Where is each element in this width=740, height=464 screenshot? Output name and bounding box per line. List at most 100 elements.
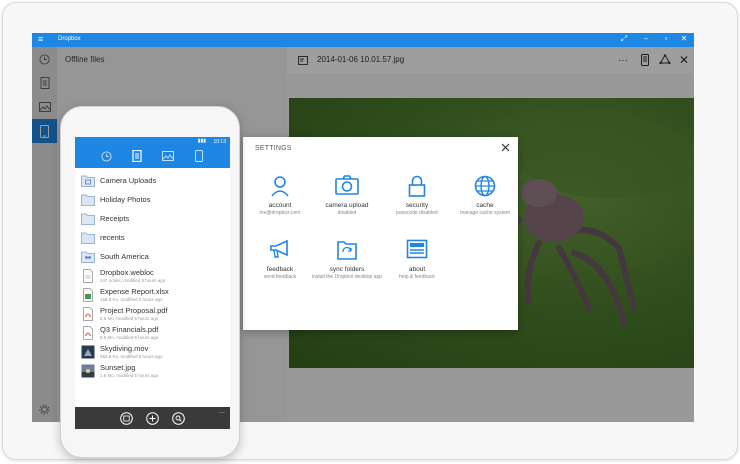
pdf-icon bbox=[83, 307, 93, 321]
camera-folder-icon bbox=[81, 175, 95, 187]
list-item[interactable]: Camera Uploads bbox=[81, 172, 226, 191]
document-icon bbox=[132, 150, 142, 162]
settings-dialog: SETTINGS account me@dropbox.com camera u… bbox=[243, 137, 518, 330]
hamburger-icon[interactable]: ≡ bbox=[38, 34, 43, 44]
settings-tile-camera-upload[interactable]: camera upload disabled bbox=[311, 175, 383, 217]
search-button[interactable] bbox=[171, 411, 185, 425]
folder-icon bbox=[81, 194, 95, 206]
item-name: Receipts bbox=[100, 214, 130, 223]
tile-sub: help & feedback bbox=[399, 274, 435, 280]
list-item[interactable]: South America bbox=[81, 248, 226, 267]
item-name: Dropbox.webloc bbox=[100, 268, 154, 277]
phone-icon bbox=[195, 150, 203, 162]
phone-screen: ▮▮▮ 10:13 Camera Uploads Holiday Photos … bbox=[75, 137, 230, 429]
tile-sub: manage cache system bbox=[459, 210, 511, 216]
sync-folder-icon bbox=[337, 241, 357, 260]
phone-status-bar: ▮▮▮ 10:13 bbox=[75, 137, 230, 146]
window-close-icon[interactable]: ✕ bbox=[678, 34, 690, 43]
tile-label: about bbox=[408, 266, 426, 273]
item-meta: 247 octets, modified 5 hours ago bbox=[100, 278, 166, 283]
settings-title: SETTINGS bbox=[255, 145, 292, 152]
item-name: recents bbox=[100, 233, 125, 242]
tile-label: sync folders bbox=[329, 266, 365, 273]
settings-tile-security[interactable]: security passcode disabled bbox=[381, 175, 453, 217]
list-item[interactable]: Receipts bbox=[81, 210, 226, 229]
tile-sub: install the Dropbox desktop app bbox=[311, 274, 383, 280]
list-item[interactable]: recents bbox=[81, 229, 226, 248]
megaphone-icon bbox=[270, 239, 288, 258]
phone-tab-files[interactable] bbox=[130, 149, 144, 163]
item-meta: 5.5 Mo, modified 5 hours ago bbox=[100, 335, 159, 340]
photo-icon bbox=[162, 151, 174, 161]
lock-icon bbox=[408, 175, 426, 197]
select-icon bbox=[119, 411, 133, 425]
phone-tab-recent[interactable] bbox=[99, 149, 113, 163]
close-icon bbox=[501, 143, 509, 151]
item-meta: 166.8 Ko, modified 5 hours ago bbox=[100, 297, 163, 302]
phone-file-list: Camera Uploads Holiday Photos Receipts r… bbox=[75, 168, 230, 408]
phone-device: ▮▮▮ 10:13 Camera Uploads Holiday Photos … bbox=[60, 106, 240, 458]
settings-tile-sync-folders[interactable]: sync folders install the Dropbox desktop… bbox=[311, 239, 383, 281]
settings-tile-cache[interactable]: cache manage cache system bbox=[449, 175, 521, 217]
file-icon bbox=[83, 269, 93, 283]
settings-tile-account[interactable]: account me@dropbox.com bbox=[244, 175, 316, 217]
tile-sub: passcode disabled bbox=[396, 210, 438, 216]
item-name: Holiday Photos bbox=[100, 195, 151, 204]
phone-tab-offline[interactable] bbox=[192, 149, 206, 163]
folder-icon bbox=[81, 213, 95, 225]
tile-label: feedback bbox=[266, 266, 294, 273]
newspaper-icon bbox=[406, 239, 428, 259]
tile-sub: disabled bbox=[337, 210, 357, 216]
tile-sub: send feedback bbox=[263, 274, 297, 280]
settings-tile-about[interactable]: about help & feedback bbox=[381, 239, 453, 281]
camera-icon bbox=[335, 175, 359, 195]
list-item[interactable]: Sunset.jpg 1.5 Mo, modified 5 hours ago bbox=[81, 362, 226, 381]
app-title: Dropbox bbox=[58, 36, 81, 42]
globe-icon bbox=[474, 175, 496, 197]
item-name: Q3 Financials.pdf bbox=[100, 325, 159, 334]
title-bar: ≡ Dropbox ⤢ – ▫ ✕ bbox=[32, 33, 694, 47]
minimize-icon[interactable]: – bbox=[640, 34, 652, 43]
tile-sub: me@dropbox.com bbox=[259, 210, 301, 216]
add-button[interactable] bbox=[145, 411, 159, 425]
list-item[interactable]: Skydiving.mov 553.6 Ko, modified 5 hours… bbox=[81, 343, 226, 362]
item-name: Skydiving.mov bbox=[100, 344, 149, 353]
person-icon bbox=[271, 176, 289, 197]
tile-label: camera upload bbox=[325, 202, 369, 209]
clock-icon bbox=[100, 150, 112, 162]
add-icon bbox=[145, 411, 159, 425]
item-name: South America bbox=[100, 252, 149, 261]
list-item[interactable]: Dropbox.webloc 247 octets, modified 5 ho… bbox=[81, 267, 226, 286]
search-icon bbox=[171, 411, 185, 425]
signal-icon: ▮▮▮ bbox=[197, 138, 206, 144]
phone-app-bar: ... bbox=[75, 407, 230, 429]
settings-tile-feedback[interactable]: feedback send feedback bbox=[244, 239, 316, 281]
item-meta: 1.5 Mo, modified 5 hours ago bbox=[100, 373, 159, 378]
select-button[interactable] bbox=[119, 411, 133, 425]
fullscreen-icon[interactable]: ⤢ bbox=[618, 34, 630, 44]
restore-icon[interactable]: ▫ bbox=[660, 34, 672, 43]
shared-folder-icon bbox=[81, 251, 95, 263]
item-meta: 2.6 Mo, modified 5 hours ago bbox=[100, 316, 159, 321]
settings-close-button[interactable] bbox=[498, 140, 512, 154]
list-item[interactable]: Holiday Photos bbox=[81, 191, 226, 210]
app-bar-more[interactable]: ... bbox=[219, 408, 225, 415]
spreadsheet-icon bbox=[83, 288, 93, 302]
folder-icon bbox=[81, 232, 95, 244]
item-name: Project Proposal.pdf bbox=[100, 306, 168, 315]
item-meta: 553.6 Ko, modified 5 hours ago bbox=[100, 354, 163, 359]
phone-clock: 10:13 bbox=[213, 139, 226, 145]
phone-tab-bar bbox=[75, 146, 230, 168]
tile-label: account bbox=[268, 202, 292, 209]
item-name: Sunset.jpg bbox=[100, 363, 136, 372]
tile-label: security bbox=[405, 202, 429, 209]
tile-label: cache bbox=[476, 202, 494, 209]
list-item[interactable]: Q3 Financials.pdf 5.5 Mo, modified 5 hou… bbox=[81, 324, 226, 343]
video-thumbnail-icon bbox=[81, 345, 95, 359]
list-item[interactable]: Expense Report.xlsx 166.8 Ko, modified 5… bbox=[81, 286, 226, 305]
pdf-icon bbox=[83, 326, 93, 340]
list-item[interactable]: Project Proposal.pdf 2.6 Mo, modified 5 … bbox=[81, 305, 226, 324]
item-name: Expense Report.xlsx bbox=[100, 287, 169, 296]
phone-tab-photos[interactable] bbox=[161, 149, 175, 163]
image-thumbnail-icon bbox=[81, 364, 95, 378]
